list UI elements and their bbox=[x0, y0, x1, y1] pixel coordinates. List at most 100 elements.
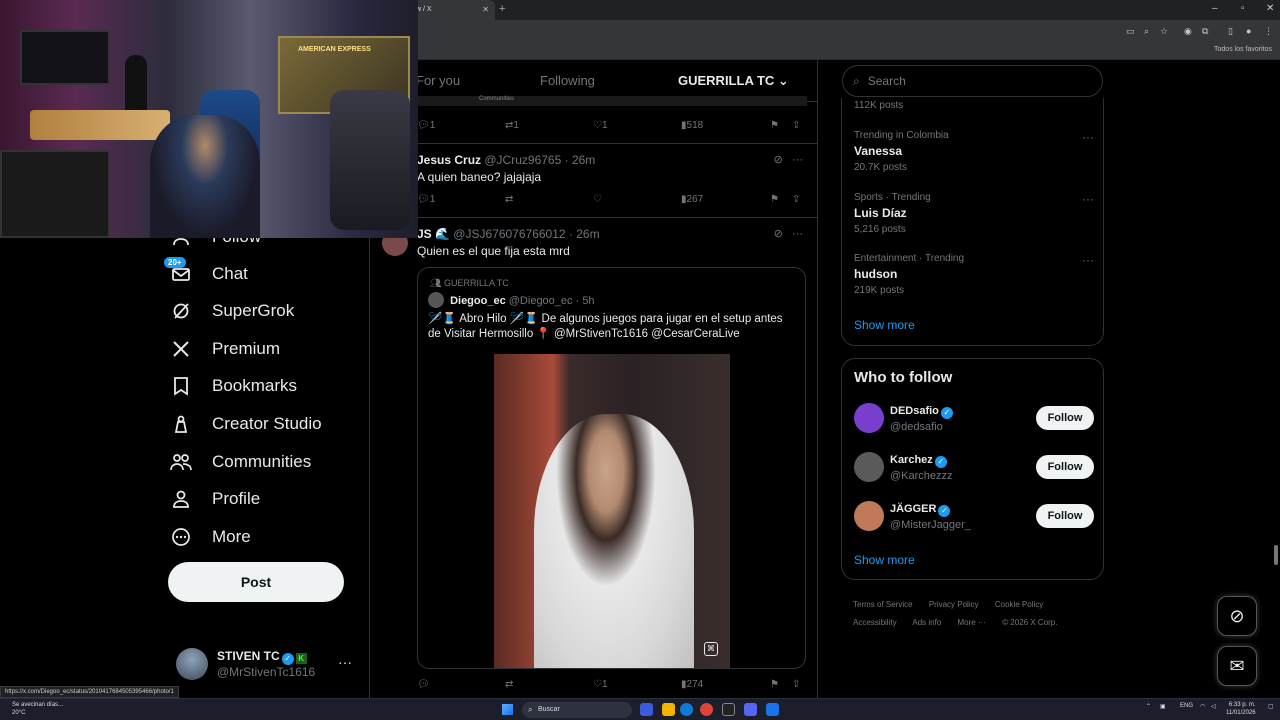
quoted-post[interactable]: 👥︎ GUERRILLA TC Diegoo_ec @Diegoo_ec · 5… bbox=[417, 267, 806, 669]
nav-creator-studio[interactable]: Creator Studio bbox=[168, 406, 322, 442]
puzzle-icon[interactable]: ⧉ bbox=[1202, 26, 1208, 37]
show-more-link[interactable]: Show more bbox=[854, 318, 915, 332]
accessibility-link[interactable]: Accessibility bbox=[853, 618, 897, 627]
like-icon[interactable]: ♡ bbox=[593, 194, 602, 205]
nav-bookmarks[interactable]: Bookmarks bbox=[168, 368, 297, 404]
views-icon[interactable]: ▮ 518 bbox=[681, 120, 703, 131]
menu-icon[interactable]: ⋮ bbox=[1264, 26, 1273, 37]
tab-following[interactable]: Following bbox=[540, 73, 595, 88]
taskbar-search[interactable]: ⌕ Buscar bbox=[522, 702, 632, 718]
minimize-icon[interactable]: – bbox=[1212, 3, 1218, 14]
scrollbar[interactable] bbox=[1274, 545, 1278, 565]
follow-button[interactable]: Follow bbox=[1036, 504, 1094, 528]
more-dots-icon[interactable]: ··· bbox=[792, 154, 803, 166]
like-icon[interactable]: ♡ 1 bbox=[593, 120, 608, 131]
tab-guerrilla-tc[interactable]: GUERRILLA TC ⌄ bbox=[678, 73, 789, 89]
nav-supergrok[interactable]: SuperGrok bbox=[168, 293, 294, 329]
edge-icon[interactable] bbox=[680, 703, 693, 716]
maximize-icon[interactable]: ▫ bbox=[1241, 3, 1245, 14]
share-icon[interactable]: ⇪ bbox=[792, 194, 800, 205]
reply-icon[interactable]: 💬︎ 1 bbox=[417, 120, 435, 131]
share-icon[interactable]: ⇪ bbox=[792, 679, 800, 690]
nav-more[interactable]: More bbox=[168, 519, 251, 555]
author-name[interactable]: JS 🌊 bbox=[417, 227, 450, 241]
author-handle[interactable]: @JSJ676076766012 bbox=[453, 227, 565, 241]
views-icon[interactable]: ▮ 274 bbox=[681, 679, 703, 690]
new-tab-icon[interactable]: + bbox=[499, 3, 505, 15]
nav-premium[interactable]: Premium bbox=[168, 331, 280, 367]
cookie-link[interactable]: Cookie Policy bbox=[995, 600, 1043, 609]
cast-icon[interactable]: ▭ bbox=[1126, 26, 1135, 37]
browser-tab[interactable]: w / X ✕ bbox=[410, 0, 495, 20]
show-more-link[interactable]: Show more bbox=[854, 553, 915, 567]
more-dots-icon[interactable]: ··· bbox=[1082, 192, 1094, 206]
quote-photo[interactable]: ⌘ bbox=[494, 354, 730, 668]
task-view-icon[interactable] bbox=[640, 703, 653, 716]
trend-item[interactable]: Entertainment · Trending hudson 219K pos… bbox=[854, 253, 1094, 296]
bookmark-icon[interactable]: ⚑ bbox=[770, 194, 779, 205]
clock[interactable]: 6:33 p. m. 11/01/2026 bbox=[1226, 701, 1256, 717]
more-dots-icon[interactable]: ··· bbox=[338, 654, 352, 670]
profile-avatar-icon[interactable]: ● bbox=[1246, 26, 1251, 36]
bookmark-icon[interactable]: ⚑ bbox=[770, 679, 779, 690]
tab-for-you[interactable]: For you bbox=[416, 73, 460, 88]
trend-item[interactable]: Trending in Colombia Vanessa 20.7K posts… bbox=[854, 130, 1094, 173]
share-icon[interactable]: ⇪ bbox=[792, 120, 800, 131]
grok-icon[interactable]: ⊘ bbox=[774, 154, 783, 166]
extension-icon[interactable]: ◉ bbox=[1184, 26, 1192, 37]
wifi-icon[interactable]: ◠ bbox=[1200, 703, 1205, 710]
volume-icon[interactable]: ◁ bbox=[1211, 703, 1216, 710]
more-dots-icon[interactable]: ··· bbox=[792, 228, 803, 240]
nav-communities[interactable]: Communities bbox=[168, 444, 311, 480]
post-time[interactable]: · 26m bbox=[565, 153, 596, 167]
app-icon[interactable] bbox=[766, 703, 779, 716]
follow-button[interactable]: Follow bbox=[1036, 455, 1094, 479]
account-switcher[interactable]: STIVEN TC ✓ K @MrStivenTc1616 ··· bbox=[176, 646, 362, 686]
close-tab-icon[interactable]: ✕ bbox=[482, 5, 489, 14]
x-app-icon[interactable] bbox=[722, 703, 735, 716]
nav-chat[interactable]: 20+ Chat bbox=[164, 256, 248, 292]
like-icon[interactable]: ♡ 1 bbox=[593, 679, 608, 690]
post-time[interactable]: · 26m bbox=[569, 227, 600, 241]
star-icon[interactable]: ☆ bbox=[1160, 26, 1168, 37]
follow-suggestion[interactable]: Karchez ✓ @Karchezzz Follow bbox=[854, 452, 1094, 488]
grok-icon[interactable]: ⊘ bbox=[774, 228, 783, 240]
grok-button[interactable]: ⊘ bbox=[1217, 596, 1257, 636]
repost-icon[interactable]: ⇄ 1 bbox=[505, 120, 519, 131]
discord-icon[interactable] bbox=[744, 703, 757, 716]
windows-start-icon[interactable] bbox=[502, 704, 513, 715]
trend-item[interactable]: Sports · Trending Luis Díaz 5,216 posts … bbox=[854, 192, 1094, 235]
language-indicator[interactable]: ENG bbox=[1180, 703, 1193, 709]
author-handle[interactable]: @JCruz96765 bbox=[484, 153, 561, 167]
repost-icon[interactable]: ⇄ bbox=[505, 194, 513, 205]
author-name[interactable]: Jesus Cruz bbox=[417, 153, 481, 167]
privacy-link[interactable]: Privacy Policy bbox=[929, 600, 979, 609]
all-bookmarks-folder[interactable]: Todos los favoritos bbox=[1214, 46, 1272, 53]
more-dots-icon[interactable]: ··· bbox=[1082, 130, 1094, 144]
sidepanel-icon[interactable]: ▯ bbox=[1228, 26, 1233, 37]
terms-link[interactable]: Terms of Service bbox=[853, 600, 913, 609]
repost-icon[interactable]: ⇄ bbox=[505, 679, 513, 690]
nav-profile[interactable]: Profile bbox=[168, 481, 260, 517]
messages-button[interactable]: ✉ bbox=[1217, 646, 1257, 686]
tray-chevron-icon[interactable]: ⌃ bbox=[1146, 703, 1151, 710]
reply-icon[interactable]: 💬︎ 1 bbox=[417, 194, 435, 205]
tray-app-icon[interactable]: ▣ bbox=[1160, 703, 1166, 710]
zoom-icon[interactable]: ⌕ bbox=[1144, 26, 1149, 37]
sensitive-media-icon[interactable]: ⌘ bbox=[704, 642, 718, 656]
close-window-icon[interactable]: ✕ bbox=[1266, 3, 1274, 14]
notifications-icon[interactable]: ▢ bbox=[1268, 703, 1274, 710]
more-link[interactable]: More ··· bbox=[958, 618, 986, 627]
search-input[interactable]: ⌕ Search bbox=[842, 65, 1103, 97]
chrome-icon[interactable] bbox=[700, 703, 713, 716]
weather-widget[interactable]: Se avecinan días... 20°C bbox=[12, 701, 63, 717]
follow-suggestion[interactable]: DEDsafio ✓ @dedsafio Follow bbox=[854, 403, 1094, 439]
file-explorer-icon[interactable] bbox=[662, 703, 675, 716]
follow-suggestion[interactable]: JÄGGER ✓ @MisterJagger_ Follow bbox=[854, 501, 1094, 537]
post-button[interactable]: Post bbox=[168, 562, 344, 602]
views-icon[interactable]: ▮ 267 bbox=[681, 194, 703, 205]
reply-icon[interactable]: 💬︎ bbox=[417, 679, 430, 690]
follow-button[interactable]: Follow bbox=[1036, 406, 1094, 430]
bookmark-icon[interactable]: ⚑ bbox=[770, 120, 779, 131]
ads-info-link[interactable]: Ads info bbox=[912, 618, 941, 627]
